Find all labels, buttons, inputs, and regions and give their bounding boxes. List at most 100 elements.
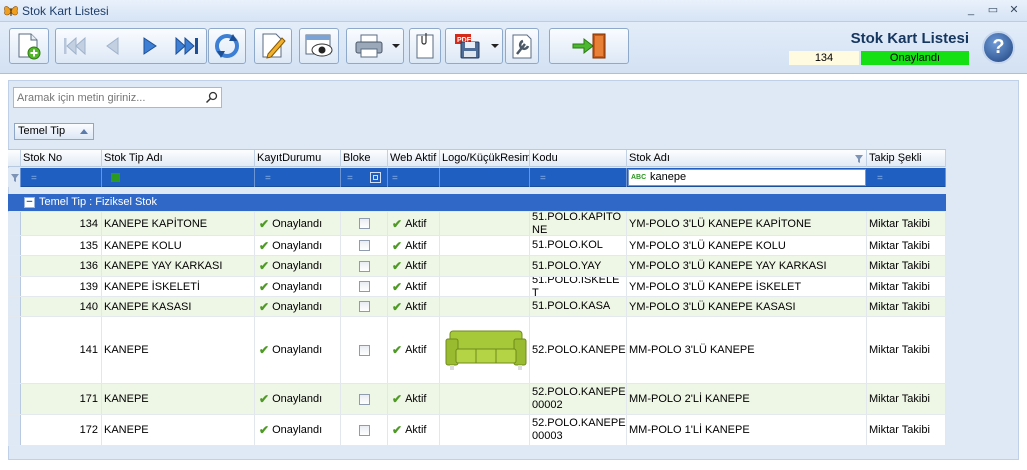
- stok-adi-filter-input[interactable]: ABC kanepe: [628, 169, 866, 186]
- bloke-cell[interactable]: [341, 384, 388, 414]
- bloke-checkbox[interactable]: [358, 301, 370, 312]
- kodu-cell[interactable]: 51.POLO.KOL: [530, 236, 627, 255]
- stok-tip-adi-cell[interactable]: KANEPE YAY KARKASI: [102, 256, 255, 276]
- kayit-durumu-cell[interactable]: ✔ Onaylandı: [255, 256, 341, 276]
- next-record-button[interactable]: [131, 28, 169, 64]
- collapse-group-icon[interactable]: −: [24, 197, 35, 208]
- help-button[interactable]: ?: [982, 31, 1015, 64]
- kayit-durumu-cell[interactable]: ✔ Onaylandı: [255, 384, 341, 414]
- last-record-button[interactable]: [169, 28, 207, 64]
- filter-cell-kodu[interactable]: =: [530, 168, 627, 187]
- takip-sekli-cell[interactable]: Miktar Takibi: [867, 212, 946, 235]
- stok-tip-adi-cell[interactable]: KANEPE: [102, 415, 255, 445]
- kayit-durumu-cell[interactable]: ✔ Onaylandı: [255, 277, 341, 296]
- web-aktif-cell[interactable]: ✔ Aktif: [388, 256, 440, 276]
- bloke-cell[interactable]: [341, 415, 388, 445]
- bloke-filter-checkbox[interactable]: [370, 172, 381, 183]
- refresh-button[interactable]: [208, 28, 246, 64]
- stok-tip-adi-cell[interactable]: KANEPE KASASI: [102, 297, 255, 316]
- stok-adi-cell[interactable]: MM-POLO 2'Lİ KANEPE: [627, 384, 867, 414]
- search-icon[interactable]: [205, 91, 218, 104]
- web-aktif-cell[interactable]: ✔ Aktif: [388, 277, 440, 296]
- filter-cell-stok-tip-adi[interactable]: [102, 168, 255, 187]
- minimize-button[interactable]: _: [963, 3, 979, 18]
- web-aktif-cell[interactable]: ✔ Aktif: [388, 415, 440, 445]
- preview-button[interactable]: [299, 28, 339, 64]
- stok-no-cell[interactable]: 139: [21, 277, 102, 296]
- column-header-web-aktif[interactable]: Web Aktif: [388, 150, 440, 167]
- bloke-cell[interactable]: [341, 256, 388, 276]
- stok-adi-cell[interactable]: MM-POLO 3'LÜ KANEPE: [627, 317, 867, 383]
- web-aktif-cell[interactable]: ✔ Aktif: [388, 297, 440, 316]
- table-row[interactable]: 139 KANEPE İSKELETİ ✔ Onaylandı ✔ Aktif 51.POL…: [8, 277, 946, 297]
- column-header-bloke[interactable]: Bloke: [341, 150, 388, 167]
- bloke-checkbox[interactable]: [358, 393, 370, 405]
- stok-no-cell[interactable]: 172: [21, 415, 102, 445]
- column-header-stok-tip-adi[interactable]: Stok Tip Adı: [102, 150, 255, 167]
- kodu-cell[interactable]: 51.POLO.KAPİTONE: [530, 212, 627, 235]
- kodu-cell[interactable]: 52.POLO.KANEPE00003: [530, 415, 627, 445]
- column-header-logo[interactable]: Logo/KüçükResim: [440, 150, 530, 167]
- edit-button[interactable]: [254, 28, 292, 64]
- table-row[interactable]: 141 KANEPE ✔ Onaylandı ✔ Aktif 52.POLO.KANEPE M…: [8, 317, 946, 384]
- filter-funnel-icon[interactable]: [855, 155, 863, 163]
- stok-tip-adi-cell[interactable]: KANEPE: [102, 317, 255, 383]
- new-record-button[interactable]: [9, 28, 49, 64]
- filter-cell-web-aktif[interactable]: =: [388, 168, 440, 187]
- table-row[interactable]: 171 KANEPE ✔ Onaylandı ✔ Aktif 52.POLO.KANEPE0…: [8, 384, 946, 415]
- takip-sekli-cell[interactable]: Miktar Takibi: [867, 277, 946, 296]
- takip-sekli-cell[interactable]: Miktar Takibi: [867, 415, 946, 445]
- table-row[interactable]: 135 KANEPE KOLU ✔ Onaylandı ✔ Aktif 51.POLO.KO…: [8, 236, 946, 256]
- stok-tip-adi-cell[interactable]: KANEPE KOLU: [102, 236, 255, 255]
- table-row[interactable]: 140 KANEPE KASASI ✔ Onaylandı ✔ Aktif 51.POLO.…: [8, 297, 946, 317]
- kayit-durumu-cell[interactable]: ✔ Onaylandı: [255, 317, 341, 383]
- kodu-cell[interactable]: 51.POLO.KASA: [530, 297, 627, 316]
- column-header-stok-adi[interactable]: Stok Adı: [627, 150, 867, 167]
- stok-no-cell[interactable]: 140: [21, 297, 102, 316]
- column-header-kodu[interactable]: Kodu: [530, 150, 627, 167]
- table-row[interactable]: 134 KANEPE KAPİTONE ✔ Onaylandı ✔ Aktif 51.POL…: [8, 212, 946, 236]
- stok-tip-adi-cell[interactable]: KANEPE İSKELETİ: [102, 277, 255, 296]
- previous-record-button[interactable]: [93, 28, 131, 64]
- web-aktif-cell[interactable]: ✔ Aktif: [388, 212, 440, 235]
- takip-sekli-cell[interactable]: Miktar Takibi: [867, 236, 946, 255]
- search-input[interactable]: [14, 88, 200, 107]
- takip-sekli-cell[interactable]: Miktar Takibi: [867, 317, 946, 383]
- web-aktif-cell[interactable]: ✔ Aktif: [388, 384, 440, 414]
- column-header-kayit-durumu[interactable]: KayıtDurumu: [255, 150, 341, 167]
- stok-adi-cell[interactable]: YM-POLO 3'LÜ KANEPE İSKELET: [627, 277, 867, 296]
- table-row[interactable]: 172 KANEPE ✔ Onaylandı ✔ Aktif 52.POLO.KANEPE0…: [8, 415, 946, 446]
- column-header-takip-sekli[interactable]: Takip Şekli: [867, 150, 946, 167]
- bloke-checkbox[interactable]: [358, 424, 370, 436]
- web-aktif-cell[interactable]: ✔ Aktif: [388, 317, 440, 383]
- kayit-durumu-cell[interactable]: ✔ Onaylandı: [255, 212, 341, 235]
- kodu-cell[interactable]: 51.POLO.YAY: [530, 256, 627, 276]
- stok-adi-cell[interactable]: YM-POLO 3'LÜ KANEPE KOLU: [627, 236, 867, 255]
- table-row[interactable]: 136 KANEPE YAY KARKASI ✔ Onaylandı ✔ Aktif 51.…: [8, 256, 946, 277]
- bloke-cell[interactable]: [341, 212, 388, 235]
- web-aktif-cell[interactable]: ✔ Aktif: [388, 236, 440, 255]
- bloke-checkbox[interactable]: [358, 218, 370, 229]
- stok-adi-cell[interactable]: MM-POLO 1'Lİ KANEPE: [627, 415, 867, 445]
- close-button[interactable]: ✕: [1006, 3, 1022, 18]
- bloke-checkbox[interactable]: [358, 240, 370, 251]
- bloke-checkbox[interactable]: [358, 344, 370, 356]
- takip-sekli-cell[interactable]: Miktar Takibi: [867, 297, 946, 316]
- tools-button[interactable]: [505, 28, 539, 64]
- filter-cell-bloke[interactable]: =: [341, 168, 388, 187]
- kodu-cell[interactable]: 52.POLO.KANEPE00002: [530, 384, 627, 414]
- bloke-checkbox[interactable]: [358, 260, 370, 272]
- kayit-durumu-cell[interactable]: ✔ Onaylandı: [255, 236, 341, 255]
- first-record-button[interactable]: [55, 28, 93, 64]
- kayit-durumu-cell[interactable]: ✔ Onaylandı: [255, 415, 341, 445]
- stok-no-cell[interactable]: 135: [21, 236, 102, 255]
- stok-adi-cell[interactable]: YM-POLO 3'LÜ KANEPE YAY KARKASI: [627, 256, 867, 276]
- group-row-fiziksel-stok[interactable]: − Temel Tip : Fiziksel Stok: [8, 194, 946, 211]
- bloke-cell[interactable]: [341, 317, 388, 383]
- kayit-durumu-cell[interactable]: ✔ Onaylandı: [255, 297, 341, 316]
- column-header-stok-no[interactable]: Stok No: [21, 150, 102, 167]
- stok-no-cell[interactable]: 136: [21, 256, 102, 276]
- bloke-cell[interactable]: [341, 277, 388, 296]
- print-dropdown-arrow[interactable]: [392, 44, 400, 48]
- maximize-button[interactable]: ▭: [985, 3, 1001, 18]
